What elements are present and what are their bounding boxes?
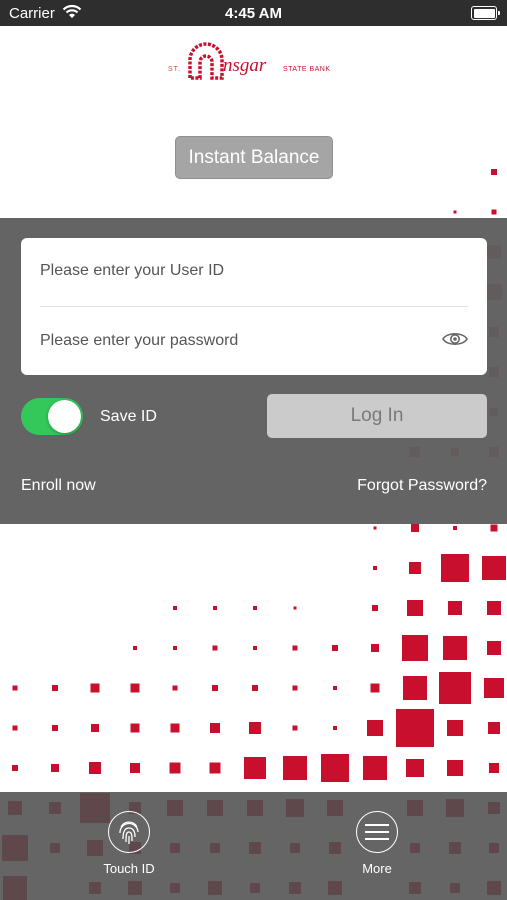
pattern-square (448, 601, 462, 615)
clock: 4:45 AM (225, 5, 282, 22)
battery-icon (471, 6, 500, 20)
pattern-square (130, 683, 140, 693)
pattern-square (89, 762, 101, 774)
pattern-square (447, 760, 463, 776)
enroll-now-link[interactable]: Enroll now (21, 477, 96, 495)
pattern-square (52, 685, 58, 691)
pattern-square (441, 554, 469, 582)
logo-arch-icon (188, 42, 224, 80)
bank-logo: ST. nsgar STATE BANK (168, 40, 340, 82)
pattern-square (447, 720, 463, 736)
pattern-square (489, 763, 499, 773)
tab-touch-id[interactable] (108, 811, 150, 853)
pattern-square (283, 756, 307, 780)
pattern-square (12, 725, 18, 731)
pattern-square (12, 765, 18, 771)
pattern-square (491, 209, 497, 215)
pattern-square (293, 606, 297, 610)
pattern-square (12, 685, 18, 691)
pattern-square (371, 644, 379, 652)
password-input[interactable]: Please enter your password (40, 332, 238, 350)
pattern-square (439, 672, 471, 704)
pattern-square (372, 605, 378, 611)
pattern-square (212, 645, 218, 651)
pattern-square (130, 723, 140, 733)
pattern-square (173, 606, 177, 610)
save-id-label: Save ID (100, 408, 157, 425)
pattern-square (403, 676, 427, 700)
pattern-square (367, 720, 383, 736)
pattern-square (292, 725, 298, 731)
pattern-square (169, 762, 181, 774)
pattern-square (321, 754, 349, 782)
credentials-card: Please enter your User ID Please enter y… (21, 238, 487, 375)
pattern-square (443, 636, 467, 660)
tab-more[interactable] (356, 811, 398, 853)
logo-prefix: ST. (168, 66, 182, 73)
pattern-square (90, 683, 100, 693)
pattern-square (363, 756, 387, 780)
pattern-square (332, 645, 338, 651)
pattern-square (491, 169, 497, 175)
pattern-square (292, 645, 298, 651)
pattern-square (172, 685, 178, 691)
pattern-square (213, 606, 217, 610)
status-bar: Carrier 4:45 AM (0, 0, 507, 26)
pattern-square (51, 764, 59, 772)
pattern-square (373, 526, 377, 530)
tab-touch-id-label: Touch ID (103, 861, 155, 876)
pattern-square (407, 600, 423, 616)
pattern-square (333, 686, 337, 690)
pattern-square (487, 601, 501, 615)
tab-more-label: More (362, 861, 392, 876)
toggle-knob (48, 400, 81, 433)
pattern-square (488, 722, 500, 734)
log-in-button[interactable]: Log In (267, 394, 487, 438)
pattern-square (373, 566, 377, 570)
save-id-toggle[interactable] (21, 398, 83, 435)
pattern-square (209, 762, 221, 774)
menu-icon (365, 824, 389, 840)
pattern-square (411, 524, 419, 532)
pattern-square (453, 526, 457, 530)
pattern-square (52, 725, 58, 731)
pattern-square (170, 723, 180, 733)
fingerprint-icon (119, 821, 139, 844)
pattern-square (453, 210, 457, 214)
pattern-square (130, 763, 140, 773)
pattern-square (490, 524, 498, 532)
pattern-square (91, 724, 99, 732)
tab-bar: Touch ID More (0, 792, 507, 900)
instant-balance-button[interactable]: Instant Balance (175, 136, 333, 179)
pattern-square (210, 723, 220, 733)
logo-suffix: STATE BANK (283, 66, 331, 73)
logo-name: nsgar (223, 55, 267, 76)
pattern-square (406, 759, 424, 777)
pattern-square (396, 709, 434, 747)
login-panel: Please enter your User ID Please enter y… (0, 218, 507, 524)
pattern-square (292, 685, 298, 691)
pattern-square (133, 646, 137, 650)
pattern-square (333, 726, 337, 730)
eye-icon[interactable] (442, 329, 468, 349)
pattern-square (370, 683, 380, 693)
pattern-square (484, 678, 504, 698)
pattern-square (253, 606, 257, 610)
pattern-square (253, 646, 257, 650)
pattern-square (244, 757, 266, 779)
pattern-square (249, 722, 261, 734)
pattern-square (212, 685, 218, 691)
pattern-square (173, 646, 177, 650)
divider (40, 306, 468, 307)
pattern-square (252, 685, 258, 691)
forgot-password-link[interactable]: Forgot Password? (357, 477, 487, 495)
pattern-square (487, 641, 501, 655)
user-id-input[interactable]: Please enter your User ID (40, 262, 224, 280)
pattern-square (409, 562, 421, 574)
pattern-square (402, 635, 428, 661)
pattern-square (482, 556, 506, 580)
